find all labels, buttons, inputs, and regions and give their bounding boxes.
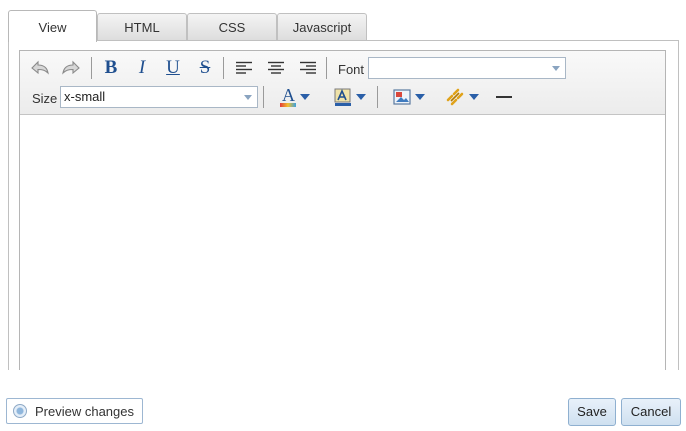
toolbar-separator [91,57,92,79]
bold-button[interactable]: B [99,56,123,80]
horizontal-rule-button[interactable] [492,85,516,109]
italic-button[interactable]: I [130,56,154,80]
insert-image-button[interactable] [388,85,430,109]
cancel-button[interactable]: Cancel [621,398,681,426]
chevron-down-icon [415,94,425,100]
image-icon [393,89,411,105]
radio-icon [13,404,27,418]
align-right-button[interactable] [296,56,320,80]
align-center-icon [268,61,284,74]
size-label: Size [32,91,58,106]
editor-toolbar: B I U S Font Size x-small A [20,51,665,115]
redo-icon [62,60,80,75]
horizontal-rule-icon [496,96,512,98]
strikethrough-button[interactable]: S [193,56,217,80]
tab-javascript[interactable]: Javascript [277,13,367,41]
toolbar-separator [263,86,264,108]
link-icon [446,88,464,106]
highlight-color-button[interactable] [329,85,371,109]
chevron-down-icon [356,94,366,100]
toolbar-separator [326,57,327,79]
chevron-down-icon [469,94,479,100]
align-left-button[interactable] [232,56,256,80]
align-right-icon [300,61,316,74]
font-color-icon: A [280,85,296,107]
font-color-button[interactable]: A [274,85,316,109]
chevron-down-icon [300,94,310,100]
insert-link-button[interactable] [441,85,483,109]
save-button[interactable]: Save [568,398,616,426]
tab-view[interactable]: View [8,10,97,42]
preview-changes-label: Preview changes [35,403,134,419]
chevron-down-icon [552,66,560,71]
undo-icon [31,60,49,75]
editor-content-area[interactable] [20,116,665,371]
redo-button[interactable] [59,56,83,80]
font-select[interactable] [368,57,566,79]
preview-changes-toggle[interactable]: Preview changes [6,398,143,424]
rich-text-editor: B I U S Font Size x-small A [19,50,666,370]
chevron-down-icon [244,95,252,100]
highlight-color-icon [334,88,351,106]
tab-html[interactable]: HTML [97,13,187,41]
undo-button[interactable] [28,56,52,80]
toolbar-separator [377,86,378,108]
size-select[interactable]: x-small [60,86,258,108]
font-label: Font [338,62,365,77]
toolbar-separator [223,57,224,79]
tab-css[interactable]: CSS [187,13,277,41]
size-select-value: x-small [64,89,106,104]
underline-button[interactable]: U [161,56,185,80]
align-center-button[interactable] [264,56,288,80]
align-left-icon [236,61,252,74]
